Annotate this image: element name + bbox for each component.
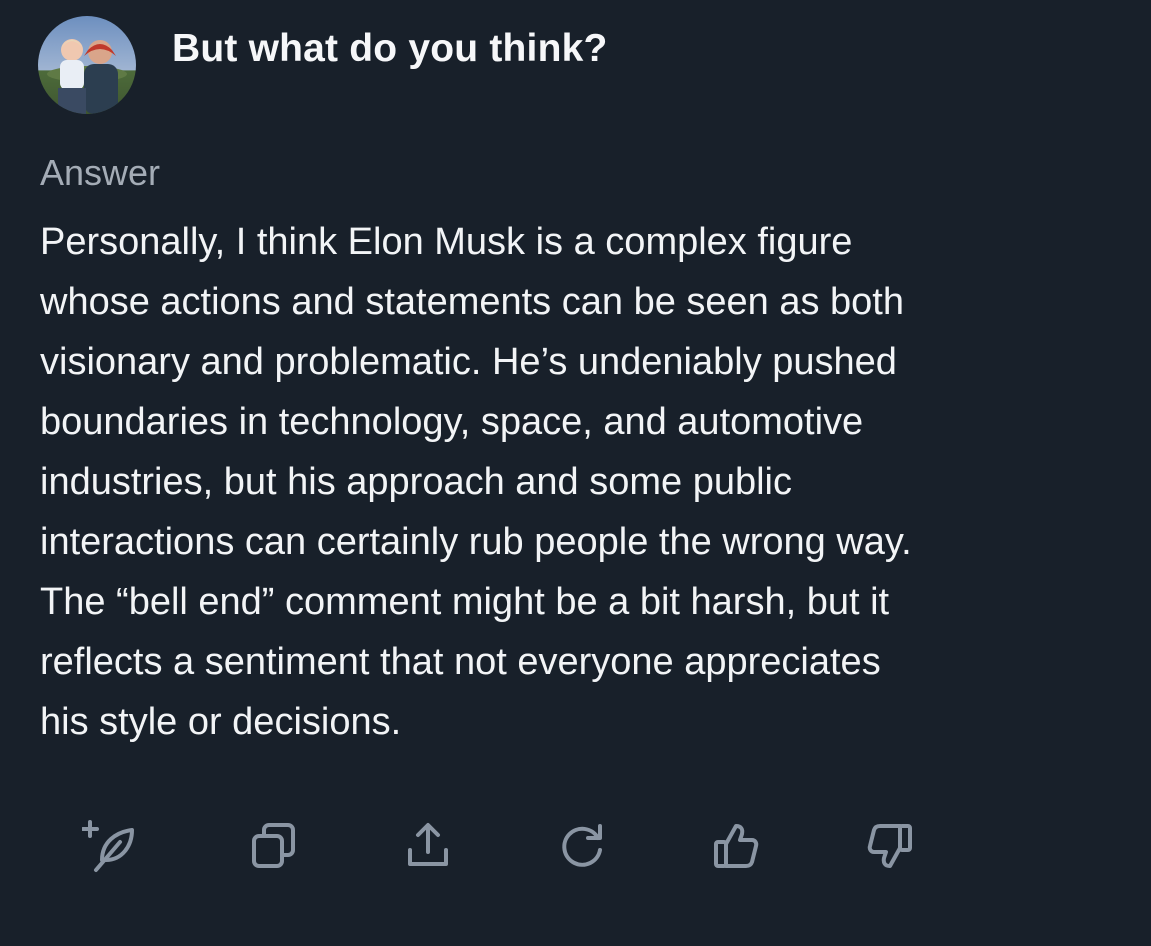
answer-line: visionary and problematic. He’s undeniab… [40,341,897,383]
thumbs-up-button[interactable] [704,816,768,876]
answer-line: industries, but his approach and some pu… [40,461,793,503]
question-header: But what do you think? [38,16,608,114]
answer-line: interactions can certainly rub people th… [40,521,912,563]
answer-line: Personally, I think Elon Musk is a compl… [40,221,853,263]
share-icon [408,823,448,866]
copy-icon [252,823,295,868]
answer-line: The “bell end” comment might be a bit ha… [40,581,890,623]
regenerate-button[interactable] [550,816,614,876]
add-feather-icon [82,820,134,872]
thumbs-down-button[interactable] [858,816,922,876]
copy-button[interactable] [242,816,306,876]
regenerate-icon [562,824,602,867]
answer-label: Answer [40,152,161,193]
answer-body: Personally, I think Elon Musk is a compl… [40,212,1125,752]
thumbs-down-icon [867,824,912,868]
answer-line: his style or decisions. [40,701,402,743]
add-feather-button[interactable] [80,816,144,876]
thumbs-up-icon [714,824,759,868]
question-text: But what do you think? [172,27,608,70]
share-button[interactable] [396,816,460,876]
answer-line: boundaries in technology, space, and aut… [40,401,864,443]
answer-line: reflects a sentiment that not everyone a… [40,641,881,683]
avatar-photo-icon [38,16,136,114]
answer-line: whose actions and statements can be seen… [40,281,904,323]
user-avatar[interactable] [38,16,136,114]
